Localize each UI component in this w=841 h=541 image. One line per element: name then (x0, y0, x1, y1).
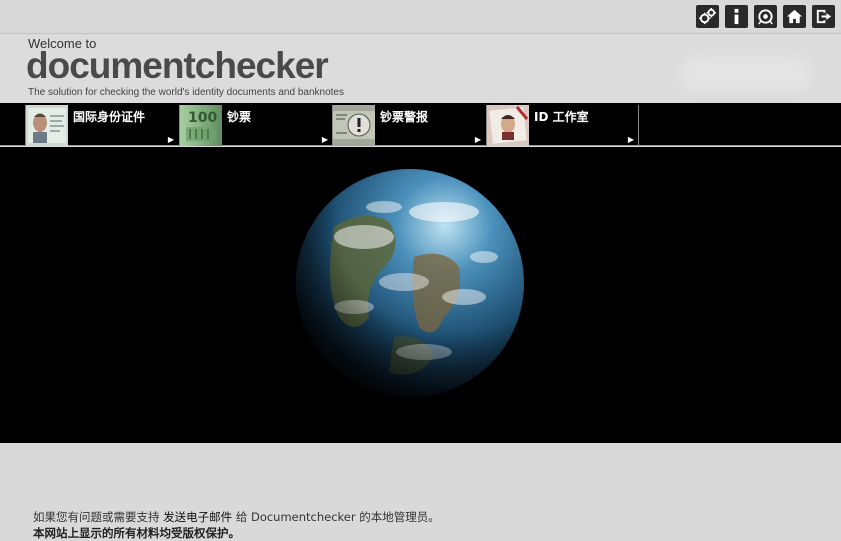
svg-text:100: 100 (188, 110, 217, 126)
banknote-thumbnail: 100 (180, 105, 222, 146)
hero-banner (0, 147, 841, 443)
chevron-right-icon: ▶ (627, 135, 634, 144)
tab-id-studio[interactable]: ID 工作室 ▶ (486, 105, 639, 146)
email-support-link[interactable]: 发送电子邮件 (163, 510, 232, 524)
site-footer: 如果您有问题或需要支持 发送电子邮件 给 Documentchecker 的本地… (33, 509, 440, 541)
main-navigation: 国际身份证件 ▶ 100 钞票 ▶ 钞票警报 ▶ ID 工作室 ▶ (0, 103, 841, 146)
site-header: Welcome to documentchecker The solution … (0, 35, 841, 103)
id-studio-thumbnail (487, 105, 529, 146)
chevron-right-icon: ▶ (321, 135, 328, 144)
copyright-notice: 本网站上显示的所有材料均受版权保护。 (33, 526, 240, 540)
support-icon[interactable] (754, 5, 777, 28)
brand-logo[interactable]: documentchecker (26, 45, 329, 87)
tab-banknotes[interactable]: 100 钞票 ▶ (179, 105, 332, 146)
tab-label: 国际身份证件 (73, 110, 146, 124)
chevron-right-icon: ▶ (474, 135, 481, 144)
logout-icon[interactable] (812, 5, 835, 28)
tab-id-documents[interactable]: 国际身份证件 ▶ (25, 105, 178, 146)
info-icon[interactable] (725, 5, 748, 28)
chevron-right-icon: ▶ (167, 135, 174, 144)
tagline: The solution for checking the world's id… (28, 87, 344, 98)
earth-globe-image (296, 169, 524, 397)
tab-label: 钞票警报 (380, 110, 429, 124)
tab-label: 钞票 (227, 110, 252, 124)
support-suffix: 给 Documentchecker 的本地管理员。 (235, 510, 440, 524)
settings-icon[interactable] (696, 5, 719, 28)
top-toolbar (0, 0, 841, 34)
support-prefix: 如果您有问题或需要支持 (33, 510, 160, 524)
home-icon[interactable] (783, 5, 806, 28)
header-decoration (681, 57, 811, 91)
support-line: 如果您有问题或需要支持 发送电子邮件 给 Documentchecker 的本地… (33, 509, 440, 525)
banknote-alert-thumbnail (333, 105, 375, 146)
tab-banknote-alerts[interactable]: 钞票警报 ▶ (332, 105, 485, 146)
id-card-thumbnail (26, 105, 68, 146)
tool-icons (696, 5, 835, 28)
tab-label: ID 工作室 (534, 110, 589, 124)
